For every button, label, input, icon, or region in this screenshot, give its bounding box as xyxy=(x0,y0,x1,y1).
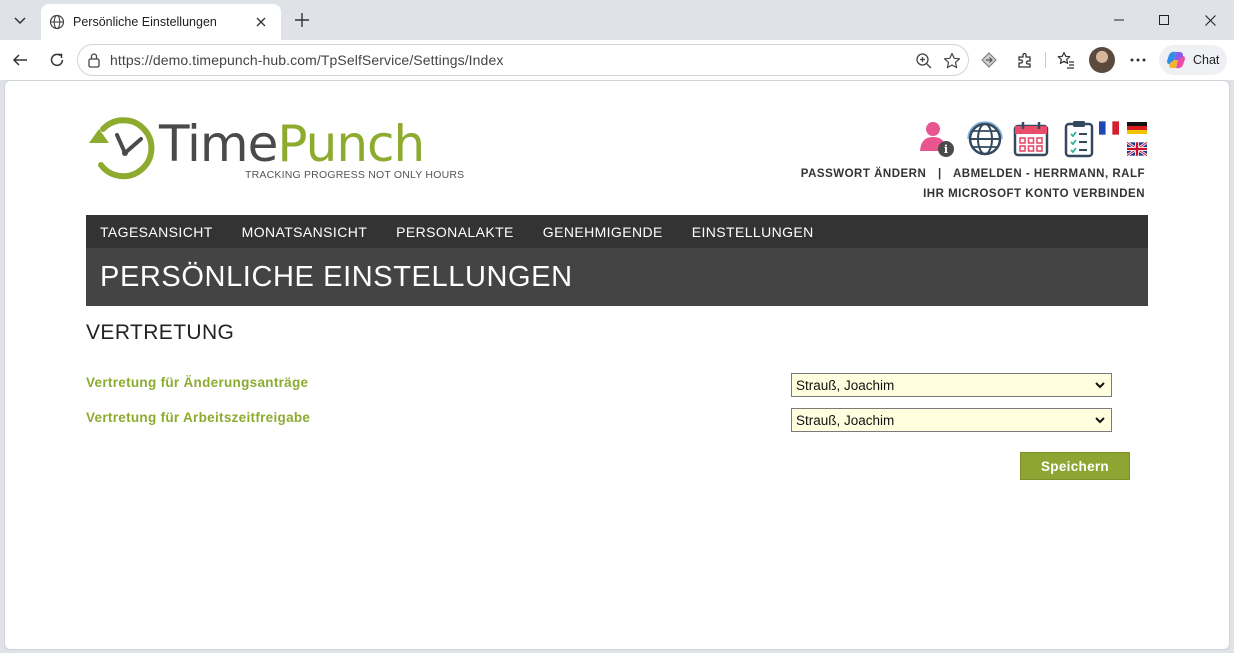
svg-text:i: i xyxy=(944,143,948,156)
maximize-icon xyxy=(1159,15,1169,25)
section-title: VERTRETUNG xyxy=(86,321,235,344)
ellipsis-icon xyxy=(1130,58,1146,62)
chevron-down-icon xyxy=(1095,382,1105,389)
minimize-icon xyxy=(1114,19,1124,21)
tab-strip: Persönliche Einstellungen xyxy=(0,0,1234,40)
globe-icon[interactable] xyxy=(965,119,1005,159)
flag-fr-icon[interactable] xyxy=(1099,121,1119,135)
toolbar-divider xyxy=(1045,52,1046,68)
more-options-button[interactable] xyxy=(1124,46,1152,74)
favorites-list-icon xyxy=(1057,51,1074,69)
favorites-button[interactable] xyxy=(1052,46,1080,74)
logout-link[interactable]: ABMELDEN - HERRMANN, RALF xyxy=(953,168,1145,180)
nav-item-tagesansicht[interactable]: TAGESANSICHT xyxy=(100,224,213,240)
new-tab-button[interactable] xyxy=(290,8,314,32)
nav-item-einstellungen[interactable]: EINSTELLUNGEN xyxy=(692,224,814,240)
nav-item-personalakte[interactable]: PERSONALAKTE xyxy=(396,224,514,240)
url-text[interactable]: https://demo.timepunch-hub.com/TpSelfSer… xyxy=(110,52,503,68)
flag-uk-icon[interactable] xyxy=(1126,141,1148,157)
chevron-down-icon xyxy=(1095,417,1105,424)
browser-tab[interactable]: Persönliche Einstellungen xyxy=(41,4,281,40)
tab-actions-button[interactable] xyxy=(6,6,34,34)
page-title: PERSÖNLICHE EINSTELLUNGEN xyxy=(100,260,573,293)
timepunch-logo[interactable]: TimePunch TRACKING PROGRESS NOT ONLY HOU… xyxy=(87,109,471,185)
worktime-approval-deputy-label: Vertretung für Arbeitszeitfreigabe xyxy=(86,410,311,425)
browser-toolbar: https://demo.timepunch-hub.com/TpSelfSer… xyxy=(0,40,1234,80)
page-title-bar: PERSÖNLICHE EINSTELLUNGEN xyxy=(86,248,1148,306)
globe-icon xyxy=(49,14,65,30)
chat-label: Chat xyxy=(1193,53,1220,67)
refresh-button[interactable] xyxy=(43,46,71,74)
connect-microsoft-link[interactable]: IHR MICROSOFT KONTO VERBINDEN xyxy=(923,188,1145,200)
change-requests-deputy-label: Vertretung für Änderungsanträge xyxy=(86,375,309,390)
profile-avatar[interactable] xyxy=(1089,47,1115,73)
chevron-down-icon xyxy=(14,17,26,25)
close-window-button[interactable] xyxy=(1187,0,1233,40)
clipboard-icon[interactable] xyxy=(1059,119,1099,159)
nav-item-genehmigende[interactable]: GENEHMIGENDE xyxy=(543,224,663,240)
main-nav: TAGESANSICHT MONATSANSICHT PERSONALAKTE … xyxy=(86,215,1148,248)
zoom-icon[interactable] xyxy=(912,49,936,73)
back-button[interactable] xyxy=(6,46,34,74)
logo-punch-text: Punch xyxy=(277,115,425,173)
flag-de-icon[interactable] xyxy=(1127,121,1147,135)
minimize-button[interactable] xyxy=(1096,0,1142,40)
close-tab-icon[interactable] xyxy=(251,12,271,32)
calendar-icon[interactable] xyxy=(1011,119,1051,159)
logo-time-text: Time xyxy=(159,115,278,173)
forward-diamond-icon xyxy=(981,52,997,68)
microsoft-connect-row: IHR MICROSOFT KONTO VERBINDEN xyxy=(801,184,1145,204)
save-button[interactable]: Speichern xyxy=(1020,452,1130,480)
change-password-link[interactable]: PASSWORT ÄNDERN xyxy=(801,168,926,180)
select-value: Strauß, Joachim xyxy=(796,412,895,428)
tab-title: Persönliche Einstellungen xyxy=(73,15,217,29)
arrow-left-icon xyxy=(12,54,27,66)
logo-tagline: TRACKING PROGRESS NOT ONLY HOURS xyxy=(245,169,465,181)
puzzle-icon xyxy=(1018,52,1031,68)
user-links: PASSWORT ÄNDERN | ABMELDEN - HERRMANN, R… xyxy=(801,164,1145,204)
nav-item-monatsansicht[interactable]: MONATSANSICHT xyxy=(242,224,368,240)
refresh-icon xyxy=(50,53,64,67)
change-requests-deputy-select[interactable]: Strauß, Joachim xyxy=(791,373,1112,397)
plus-icon xyxy=(295,13,309,27)
close-icon xyxy=(1204,14,1216,26)
read-aloud-button[interactable] xyxy=(975,46,1003,74)
worktime-approval-deputy-select[interactable]: Strauß, Joachim xyxy=(791,408,1112,432)
maximize-button[interactable] xyxy=(1141,0,1187,40)
user-info-icon[interactable]: i xyxy=(917,119,957,159)
select-value: Strauß, Joachim xyxy=(796,377,895,393)
page-viewport: TimePunch TRACKING PROGRESS NOT ONLY HOU… xyxy=(4,80,1230,650)
lock-icon[interactable] xyxy=(87,52,101,73)
extensions-button[interactable] xyxy=(1011,46,1039,74)
clock-logo-icon xyxy=(89,117,155,180)
account-links-row: PASSWORT ÄNDERN | ABMELDEN - HERRMANN, R… xyxy=(801,164,1145,184)
link-separator: | xyxy=(937,168,942,180)
copilot-chat-button[interactable]: Chat xyxy=(1159,45,1227,75)
logo-wordmark: TimePunch xyxy=(159,119,425,169)
copilot-icon xyxy=(1167,51,1185,69)
favorite-star-icon[interactable] xyxy=(940,49,964,73)
address-bar[interactable]: https://demo.timepunch-hub.com/TpSelfSer… xyxy=(77,44,969,76)
